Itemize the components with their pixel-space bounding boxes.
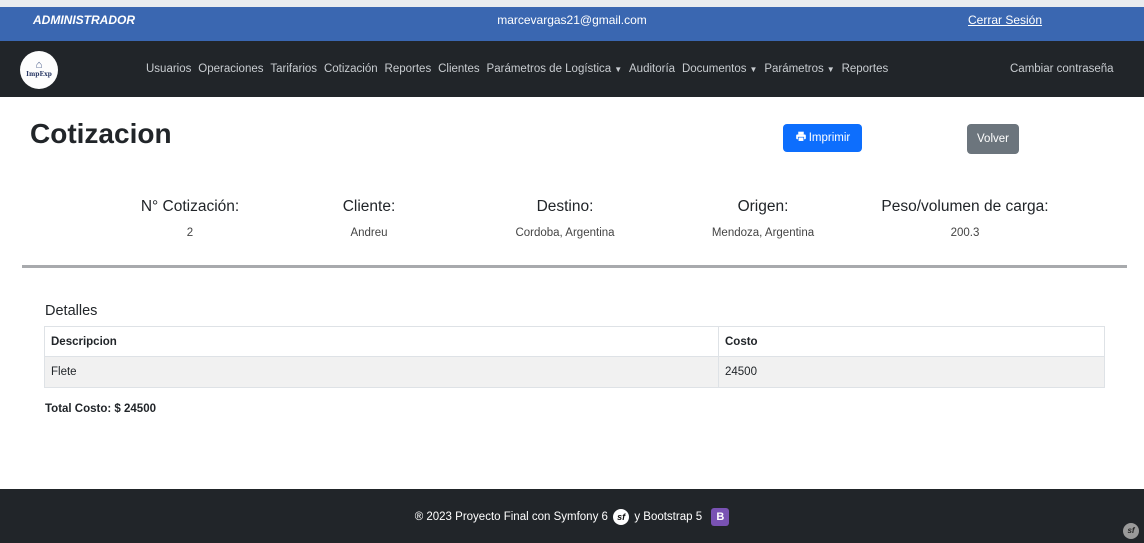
nav-item-reportes[interactable]: Reportes — [385, 63, 432, 75]
cell-descripcion: Flete — [44, 356, 719, 388]
house-icon: ⌂ — [35, 59, 43, 71]
nav-item-tarifarios[interactable]: Tarifarios — [270, 63, 317, 75]
cliente-label: Cliente: — [342, 198, 396, 215]
peso-label: Peso/volumen de carga: — [881, 198, 1049, 215]
numero-value: 2 — [186, 227, 194, 239]
total-cost: Total Costo: $ 24500 — [45, 403, 156, 415]
numero-label: N° Cotización: — [140, 198, 240, 215]
nav-item-usuarios[interactable]: Usuarios — [146, 63, 191, 75]
summary-destino: Destino: Cordoba, Argentina — [475, 198, 655, 239]
footer-text: ® 2023 Proyecto Final con Symfony 6 sf y… — [0, 508, 1144, 526]
symfony-logo-icon: sf — [613, 509, 630, 525]
nav-item-documentos[interactable]: Documentos ▼ — [682, 63, 757, 75]
main-navbar: ⌂ ImpExp Usuarios Operaciones Tarifarios… — [0, 41, 1144, 97]
peso-value: 200.3 — [950, 227, 980, 239]
details-title: Detalles — [45, 303, 98, 319]
top-info-bar: ADMINISTRADOR marcevargas21@gmail.com Ce… — [0, 7, 1144, 41]
logout-link[interactable]: Cerrar Sesión — [968, 13, 1042, 27]
details-table: Descripcion Costo Flete 24500 — [44, 326, 1105, 388]
caret-down-icon: ▼ — [614, 65, 623, 74]
page-title: Cotizacion — [30, 118, 172, 149]
bootstrap-logo-icon: B — [711, 508, 730, 526]
print-button-label: Imprimir — [808, 132, 851, 144]
column-header-descripcion: Descripcion — [44, 326, 719, 357]
footer-text-after: y Bootstrap 5 — [634, 511, 703, 524]
summary-numero: N° Cotización: 2 — [100, 198, 280, 239]
nav-item-cotizacion[interactable]: Cotización — [324, 63, 378, 75]
back-button[interactable]: Volver — [967, 124, 1019, 154]
summary-peso: Peso/volumen de carga: 200.3 — [875, 198, 1055, 239]
nav-item-parametros[interactable]: Parámetros ▼ — [764, 63, 834, 75]
table-header-row: Descripcion Costo — [44, 326, 1105, 357]
nav-item-parametros-logistica[interactable]: Parámetros de Logística ▼ — [487, 63, 623, 75]
summary-cliente: Cliente: Andreu — [279, 198, 459, 239]
window-top-edge — [0, 0, 1144, 7]
nav-item-auditoria[interactable]: Auditoría — [629, 63, 675, 75]
printer-icon — [795, 131, 806, 142]
cell-costo: 24500 — [718, 356, 1105, 388]
symfony-toolbar-icon[interactable]: sf — [1123, 523, 1139, 539]
brand-logo-text: ImpExp — [26, 71, 52, 78]
destino-label: Destino: — [536, 198, 594, 215]
caret-down-icon: ▼ — [749, 65, 758, 74]
cliente-value: Andreu — [350, 227, 388, 239]
brand-logo[interactable]: ⌂ ImpExp — [20, 51, 58, 89]
destino-value: Cordoba, Argentina — [515, 227, 615, 239]
change-password-link[interactable]: Cambiar contraseña — [1010, 63, 1114, 75]
caret-down-icon: ▼ — [826, 65, 835, 74]
nav-item-operaciones[interactable]: Operaciones — [198, 63, 263, 75]
page-footer: ® 2023 Proyecto Final con Symfony 6 sf y… — [0, 489, 1144, 543]
column-header-costo: Costo — [718, 326, 1105, 357]
summary-origen: Origen: Mendoza, Argentina — [673, 198, 853, 239]
table-row: Flete 24500 — [44, 356, 1105, 388]
footer-text-before: ® 2023 Proyecto Final con Symfony 6 — [414, 511, 608, 524]
nav-menu: Usuarios Operaciones Tarifarios Cotizaci… — [146, 63, 892, 75]
origen-label: Origen: — [737, 198, 789, 215]
print-button[interactable]: Imprimir — [783, 124, 862, 152]
section-divider — [22, 265, 1127, 268]
nav-item-reportes-2[interactable]: Reportes — [842, 63, 889, 75]
nav-item-clientes[interactable]: Clientes — [438, 63, 480, 75]
origen-value: Mendoza, Argentina — [711, 227, 815, 239]
